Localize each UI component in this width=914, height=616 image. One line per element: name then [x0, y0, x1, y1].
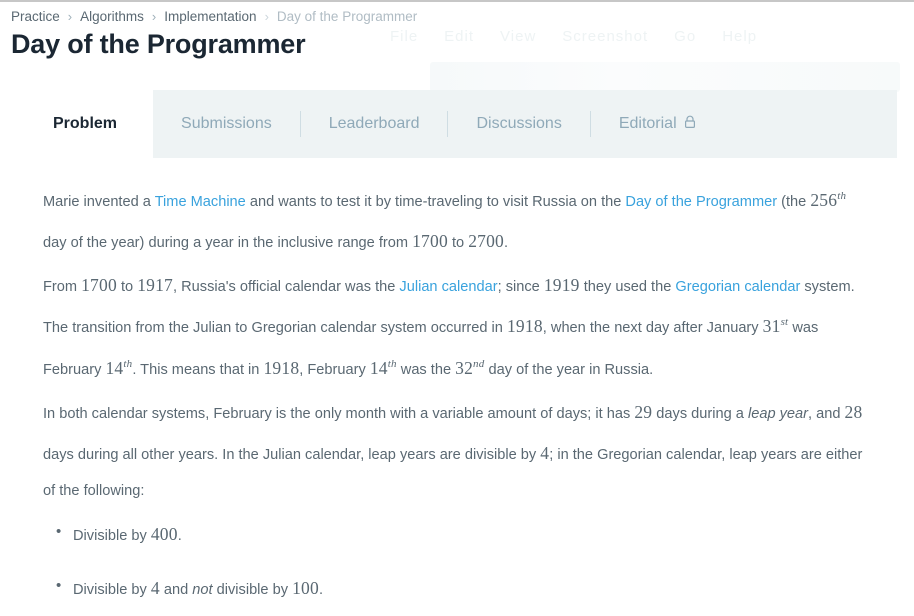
breadcrumb-item-current: Day of the Programmer [276, 9, 418, 24]
math-1917: 1917 [137, 275, 174, 296]
math-base: 32 [455, 357, 474, 378]
math-29: 29 [634, 401, 653, 422]
paragraph-february-rules: In both calendar systems, February is th… [43, 392, 871, 509]
math-base: 14 [105, 357, 124, 378]
math-14th: 14th [370, 358, 397, 378]
text-fragment: . [318, 582, 323, 599]
text-fragment: , February [299, 361, 370, 378]
link-gregorian-calendar[interactable]: Gregorian calendar [675, 279, 800, 295]
leap-year-rules-list: Divisible by 400. Divisible by 4 and not… [43, 514, 871, 609]
tab-editorial-label: Editorial [618, 115, 677, 132]
math-1700: 1700 [81, 275, 117, 296]
math-256: 256th [810, 190, 846, 210]
breadcrumb: Practice › Algorithms › Implementation ›… [11, 9, 417, 24]
paragraph-intro: Marie invented a Time Machine and wants … [43, 180, 871, 262]
page-root: FileEditViewScreenshotGoHelp 80000 1000 … [0, 0, 914, 616]
text-fragment: to [447, 235, 469, 252]
math-base: 256 [810, 190, 838, 210]
list-item: Divisible by 4 and not divisible by 100. [56, 568, 871, 609]
link-julian-calendar[interactable]: Julian calendar [399, 279, 497, 295]
text-fragment: and wants to test it by time-traveling t… [245, 194, 626, 210]
math-1700: 1700 [412, 231, 448, 252]
tab-leaderboard[interactable]: Leaderboard [301, 90, 448, 158]
text-fragment: . [504, 235, 509, 252]
problem-card: Problem Submissions Leaderboard Discussi… [17, 90, 897, 616]
math-1919: 1919 [543, 275, 580, 296]
text-fragment: , Russia's official calendar was the [173, 279, 400, 296]
emphasis-leap-year: leap year [747, 405, 809, 422]
tab-submissions-label: Submissions [181, 115, 272, 132]
text-fragment: ; since [497, 279, 544, 296]
text-fragment: , when the next day after January [542, 320, 763, 337]
text-fragment: and [159, 582, 193, 599]
text-fragment: day of the year in Russia. [484, 361, 654, 378]
text-fragment: From [43, 279, 82, 296]
text-fragment: days during all other years. In the Juli… [43, 446, 541, 463]
math-4: 4 [150, 578, 160, 599]
tab-problem[interactable]: Problem [17, 90, 154, 158]
link-time-machine[interactable]: Time Machine [155, 194, 246, 210]
text-fragment: (the [777, 194, 811, 210]
tab-editorial[interactable]: Editorial [591, 90, 724, 158]
text-fragment: day of the year) during a year in the in… [43, 235, 413, 252]
math-ordinal-suffix: nd [473, 357, 485, 370]
text-fragment: Divisible by [73, 528, 151, 545]
text-fragment: Marie invented a [43, 194, 155, 210]
text-fragment: was the [396, 361, 456, 378]
tab-problem-label: Problem [53, 115, 118, 132]
math-1918: 1918 [506, 316, 543, 337]
text-fragment: . [177, 528, 182, 545]
math-ordinal-suffix: th [387, 357, 397, 370]
text-fragment: days during a [652, 405, 748, 422]
math-1918: 1918 [263, 357, 300, 378]
page-header: Practice › Algorithms › Implementation ›… [0, 2, 914, 90]
lock-icon [684, 115, 696, 134]
problem-body: Marie invented a Time Machine and wants … [43, 180, 871, 616]
tab-leaderboard-label: Leaderboard [328, 115, 420, 132]
text-fragment: . This means that in [132, 361, 264, 378]
math-ordinal-suffix: th [123, 357, 133, 370]
breadcrumb-item-algorithms[interactable]: Algorithms [80, 9, 144, 24]
tab-bar: Problem Submissions Leaderboard Discussi… [17, 90, 897, 158]
math-32nd: 32nd [455, 358, 484, 378]
math-100: 100 [292, 578, 319, 599]
text-fragment: In both calendar systems, February is th… [43, 405, 635, 422]
math-14th: 14th [105, 358, 132, 378]
link-day-of-the-programmer[interactable]: Day of the Programmer [625, 194, 777, 210]
text-fragment: , and [808, 405, 845, 422]
breadcrumb-separator-icon: › [151, 9, 157, 24]
text-fragment: they used the [579, 279, 676, 296]
breadcrumb-item-practice[interactable]: Practice [11, 9, 60, 24]
math-28: 28 [844, 401, 863, 422]
tab-discussions-label: Discussions [476, 115, 562, 132]
text-fragment: divisible by [212, 582, 293, 599]
paragraph-calendar-history: From 1700 to 1917, Russia's official cal… [43, 265, 871, 388]
math-base: 14 [369, 357, 388, 378]
math-4: 4 [540, 442, 550, 463]
math-400: 400 [150, 524, 178, 545]
breadcrumb-item-implementation[interactable]: Implementation [164, 9, 256, 24]
tab-submissions[interactable]: Submissions [153, 90, 300, 158]
text-fragment: Divisible by [73, 582, 151, 599]
breadcrumb-separator-icon: › [67, 9, 73, 24]
emphasis-not: not [192, 582, 213, 599]
text-fragment: to [116, 279, 138, 296]
problem-statement: Marie invented a Time Machine and wants … [17, 158, 897, 616]
list-item: Divisible by 400. [56, 514, 871, 555]
math-31st: 31st [763, 316, 789, 336]
page-title: Day of the Programmer [11, 29, 306, 59]
math-2700: 2700 [468, 231, 504, 252]
breadcrumb-separator-icon: › [264, 9, 269, 24]
tab-discussions[interactable]: Discussions [448, 90, 589, 158]
math-ordinal-suffix: th [837, 190, 847, 203]
math-base: 31 [762, 316, 781, 337]
